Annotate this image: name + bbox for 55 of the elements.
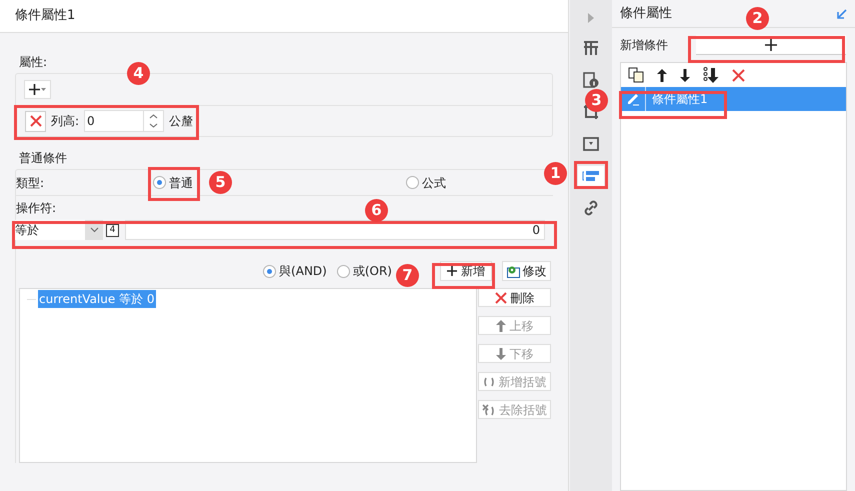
radio-button[interactable] <box>406 176 419 189</box>
number-field[interactable]: 0 <box>84 110 164 132</box>
pencil-icon <box>626 92 640 106</box>
radio-label: 公式 <box>422 174 446 192</box>
info-icon[interactable] <box>583 72 599 88</box>
grid-icon[interactable] <box>583 40 599 56</box>
radio-button[interactable] <box>153 176 166 189</box>
group-label: 普通條件 <box>18 150 68 167</box>
callout-number: 5 <box>209 171 232 194</box>
link-icon[interactable] <box>583 200 599 216</box>
callout-number: 2 <box>746 7 769 30</box>
copy-icon[interactable] <box>628 67 644 83</box>
panel-title: 條件屬性 <box>620 4 672 23</box>
move-bottom-icon[interactable] <box>703 67 719 83</box>
caret-icon <box>41 88 46 91</box>
close-icon <box>30 115 42 127</box>
close-icon <box>494 292 506 304</box>
arrow-up-icon[interactable] <box>657 68 667 82</box>
remove-property-button[interactable] <box>25 110 46 132</box>
plus-icon <box>29 84 40 95</box>
close-icon[interactable] <box>732 68 745 82</box>
field-label: 操作符: <box>16 200 56 217</box>
property-label: 列高: <box>51 113 80 130</box>
radio-label: 與(AND) <box>279 263 327 280</box>
highlight-frame <box>432 263 495 289</box>
highlight-frame <box>148 167 200 201</box>
radio-label: 普通 <box>169 174 193 192</box>
highlight-frame <box>574 161 608 189</box>
plus-icon <box>765 38 777 50</box>
arrow-down-icon[interactable] <box>680 68 690 82</box>
callout-number: 1 <box>544 162 567 185</box>
radio-button[interactable] <box>263 264 276 278</box>
add-condition-label: 新增條件 <box>620 37 669 54</box>
arrow-down-icon <box>496 348 506 360</box>
callout-number: 6 <box>365 199 388 222</box>
modify-button[interactable]: 修改 <box>502 261 551 281</box>
group-label: 屬性: <box>18 54 48 71</box>
callout-number: 4 <box>127 62 150 85</box>
plus-icon <box>447 266 457 276</box>
dropdown-icon[interactable] <box>583 137 599 151</box>
callout-number: 7 <box>396 264 419 287</box>
field-label: 類型: <box>16 174 46 192</box>
remove-brackets-icon <box>482 404 495 416</box>
arrow-up-icon <box>496 320 506 332</box>
crop-icon[interactable] <box>583 104 599 120</box>
condition-icon[interactable] <box>582 170 600 182</box>
format-button[interactable]: 4 <box>106 224 119 236</box>
panel-title: 條件屬性1 <box>0 0 568 33</box>
add-property-button[interactable] <box>24 80 51 99</box>
unit-label: 公釐 <box>169 113 194 130</box>
collapse-arrow-icon[interactable] <box>837 8 847 18</box>
delete-button[interactable]: 刪除 <box>478 288 551 307</box>
radio-button[interactable] <box>336 264 350 278</box>
brackets-icon <box>482 376 494 386</box>
radio-label: 或(OR) <box>352 263 392 280</box>
